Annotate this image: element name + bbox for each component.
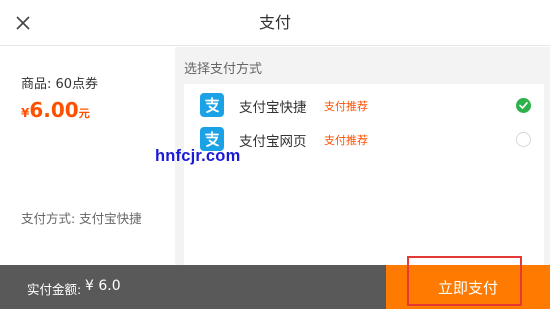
option-name: 支付宝快捷 [239,100,307,116]
price: ¥6.00元 [21,98,90,122]
recommend-tag: 支付推荐 [324,134,368,147]
payment-options: 支付宝快捷 支付推荐 支付宝网页 支付推荐 [184,84,544,265]
recommend-tag: 支付推荐 [324,100,368,113]
radio-checked-icon[interactable] [516,98,531,113]
order-summary: 商品: 60点券 ¥6.00元 支付方式: 支付宝快捷 [0,47,175,265]
pay-now-label: 立即支付 [437,278,498,297]
footer-bar: 实付金额: ¥ 6.0 立即支付 [0,265,550,309]
radio-unchecked-icon[interactable] [516,132,531,147]
header: 支付 [0,0,550,46]
page-title: 支付 [258,13,291,32]
pay-now-button[interactable]: 立即支付 [386,265,550,309]
total-label: 实付金额: [27,282,82,297]
price-amount: 6.00 [29,98,79,122]
product-label: 商品: 60点券 [21,77,99,92]
payment-option-alipay-quick[interactable]: 支付宝快捷 支付推荐 [184,88,544,122]
option-name: 支付宝网页 [239,134,307,150]
watermark: hnfcjr.com [155,147,241,165]
price-unit: 元 [78,107,90,120]
total-bar: 实付金额: ¥ 6.0 [0,265,386,309]
pay-method-summary: 支付方式: 支付宝快捷 [21,211,142,226]
section-label: 选择支付方式 [184,62,263,77]
total-value: ¥ 6.0 [85,278,121,294]
alipay-icon [200,93,224,117]
